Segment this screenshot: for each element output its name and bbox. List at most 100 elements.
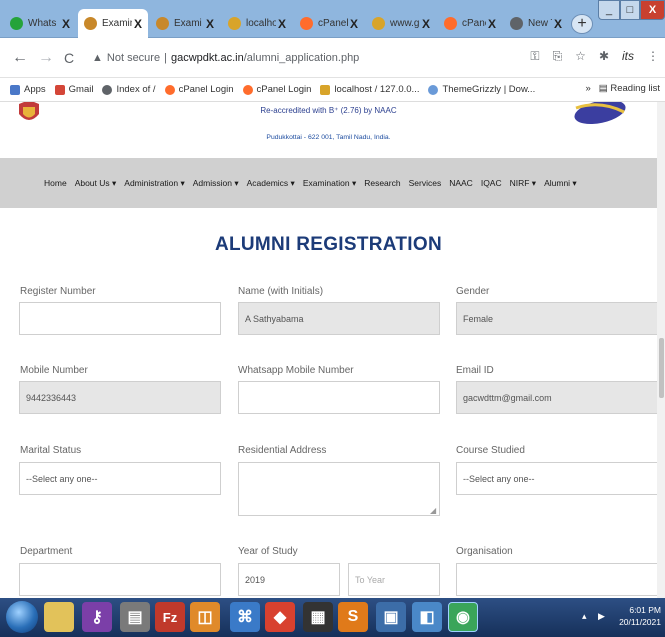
warning-triangle-icon[interactable]: ▲ (92, 52, 103, 64)
name-input[interactable]: A Sathyabama (238, 302, 440, 335)
menu-icon[interactable]: ⋮ (647, 49, 659, 64)
nav-examination[interactable]: Examination ▾ (303, 178, 356, 189)
naac-badge-icon (574, 102, 626, 125)
bookmark-label: cPanel Login (256, 84, 312, 95)
notepad-icon[interactable]: ▤ (120, 602, 150, 632)
college-favicon-icon (84, 17, 97, 30)
bookmarks-more-button[interactable]: » (585, 83, 590, 94)
chrome-icon[interactable]: ◉ (448, 602, 478, 632)
filezilla-icon[interactable]: Fz (155, 602, 185, 632)
tab-examination-active[interactable]: Examin X (78, 9, 148, 38)
close-tab-icon[interactable]: X (486, 17, 498, 31)
department-input[interactable] (19, 563, 221, 596)
settings-app-icon[interactable]: ⌘ (230, 602, 260, 632)
nav-iqac[interactable]: IQAC (481, 178, 502, 188)
security-label[interactable]: Not secure (107, 52, 160, 64)
year-to-input[interactable]: To Year (348, 563, 440, 596)
residential-address-textarea[interactable] (238, 462, 440, 516)
nav-home[interactable]: Home (44, 178, 67, 188)
tray-arrow-icon[interactable]: ▴ (582, 611, 587, 622)
minimize-button[interactable]: _ (598, 0, 620, 20)
close-tab-icon[interactable]: X (132, 17, 144, 31)
extensions-icon[interactable]: ✱ (599, 49, 609, 64)
taskbar-glyph: S (347, 608, 359, 625)
nav-admission[interactable]: Admission ▾ (193, 178, 239, 189)
action-center-flag-icon[interactable]: ▶ (598, 611, 605, 622)
system-clock[interactable]: 6:01 PM 20/11/2021 (619, 604, 661, 628)
nav-naac[interactable]: NAAC (449, 178, 473, 188)
lock-app-icon[interactable]: ⚷ (82, 602, 112, 632)
bookmark-themegrizzly[interactable]: ThemeGrizzly | Dow... (428, 84, 535, 95)
folder-icon[interactable] (44, 602, 74, 632)
tab-cpanel[interactable]: cPanel X (294, 9, 364, 38)
key-icon[interactable]: ⚿ (530, 49, 539, 64)
bookmark-label: cPanel Login (178, 84, 234, 95)
nav-services[interactable]: Services (409, 178, 442, 188)
nav-alumni[interactable]: Alumni ▾ (544, 178, 577, 189)
close-tab-icon[interactable]: X (552, 17, 564, 31)
nav-about-us[interactable]: About Us ▾ (75, 178, 117, 189)
tab-examination[interactable]: Exami X (150, 9, 220, 38)
register-number-input[interactable] (19, 302, 221, 335)
browser-window: Whats X Examin X Exami X localho X cPane… (0, 0, 665, 637)
forward-button[interactable]: → (38, 49, 54, 67)
nav-research[interactable]: Research (364, 178, 400, 188)
close-window-button[interactable]: X (640, 0, 665, 20)
textarea-resize-handle[interactable]: ◢ (430, 506, 436, 515)
tab-localhost[interactable]: localho X (222, 9, 292, 38)
close-tab-icon[interactable]: X (204, 17, 216, 31)
whatsapp-number-input[interactable] (238, 381, 440, 414)
profile-icon[interactable]: its (622, 49, 634, 64)
new-tab-favicon-icon (510, 17, 523, 30)
course-studied-select[interactable]: --Select any one-- (456, 462, 657, 495)
reading-list-label: Reading list (610, 83, 660, 94)
office-icon[interactable]: ◫ (190, 602, 220, 632)
close-tab-icon[interactable]: X (276, 17, 288, 31)
taskbar-glyph: ▤ (127, 609, 143, 626)
calculator-icon[interactable]: ▦ (303, 602, 333, 632)
scrollbar-thumb[interactable] (659, 338, 664, 398)
close-tab-icon[interactable]: X (420, 17, 432, 31)
bookmark-label: Index of / (116, 84, 156, 95)
notes-icon[interactable]: ◧ (412, 602, 442, 632)
bookmark-localhost[interactable]: localhost / 127.0.0... (320, 84, 419, 95)
nav-administration[interactable]: Administration ▾ (124, 178, 184, 189)
bookmark-cpanel-login-2[interactable]: cPanel Login (242, 84, 312, 95)
nav-academics[interactable]: Academics ▾ (247, 178, 295, 189)
clock-date: 20/11/2021 (619, 617, 661, 627)
star-icon[interactable]: ☆ (575, 49, 586, 64)
start-button[interactable] (6, 601, 38, 633)
marital-status-select[interactable]: --Select any one-- (19, 462, 221, 495)
bookmark-cpanel-login[interactable]: cPanel Login (164, 84, 234, 95)
tab-whatsapp[interactable]: Whats X (4, 9, 76, 38)
bookmark-gmail[interactable]: Gmail (54, 84, 93, 95)
tab-www[interactable]: www.g X (366, 9, 436, 38)
mobile-number-input[interactable]: 9442336443 (19, 381, 221, 414)
reading-list-button[interactable]: ▤ Reading list (599, 83, 660, 94)
nav-nirf[interactable]: NIRF ▾ (510, 178, 536, 189)
back-button[interactable]: ← (12, 49, 28, 67)
new-tab-button[interactable]: + (571, 14, 593, 34)
department-label: Department (20, 546, 73, 557)
organisation-input[interactable] (456, 563, 657, 596)
mobile-number-label: Mobile Number (20, 365, 88, 376)
cpanel-icon (444, 17, 457, 30)
photos-icon[interactable]: ▣ (376, 602, 406, 632)
reload-button[interactable]: C (64, 50, 74, 66)
email-input[interactable]: gacwdttm@gmail.com (456, 381, 657, 414)
url-domain: gacwpdkt.ac.in (170, 52, 244, 64)
tab-cpanel-2[interactable]: cPanel X (438, 9, 502, 38)
maximize-button[interactable]: □ (620, 0, 640, 20)
close-tab-icon[interactable]: X (60, 17, 72, 31)
anydesk-icon[interactable]: ◆ (265, 602, 295, 632)
institution-accreditation: Re-accredited with B⁺ (2.76) by NAAC (260, 106, 397, 115)
sublime-icon[interactable]: S (338, 602, 368, 632)
bookmark-index-of[interactable]: Index of / (102, 84, 156, 95)
cpanel-icon (242, 84, 253, 95)
close-tab-icon[interactable]: X (348, 17, 360, 31)
gender-input[interactable]: Female (456, 302, 657, 335)
tab-new-tab[interactable]: New T X (504, 9, 568, 38)
year-from-input[interactable]: 2019 (238, 563, 340, 596)
bookmark-apps[interactable]: Apps (10, 84, 46, 95)
share-icon[interactable]: ⎘ (553, 49, 563, 64)
